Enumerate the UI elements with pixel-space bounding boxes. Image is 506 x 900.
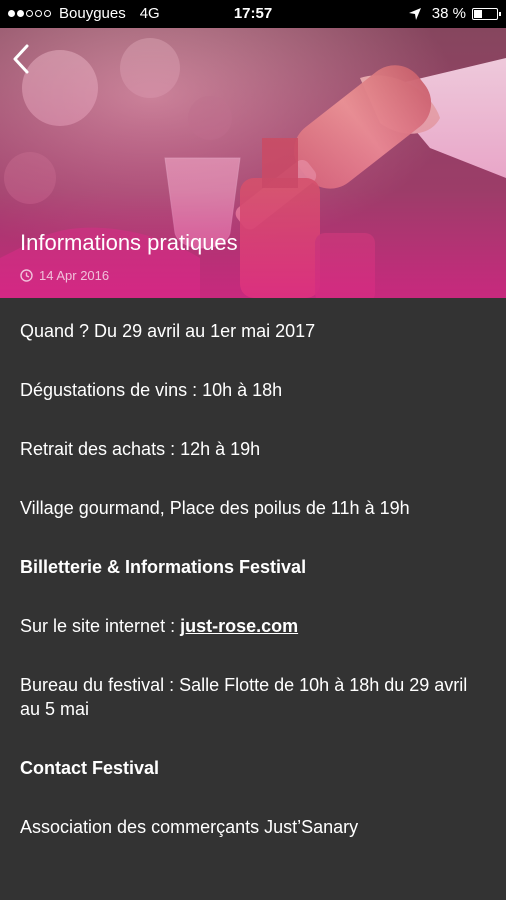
- page-title: Informations pratiques: [20, 230, 238, 255]
- info-pickup: Retrait des achats : 12h à 19h: [20, 438, 261, 459]
- location-arrow-icon: [408, 7, 421, 20]
- hero-header: Informations pratiques 14 Apr 2016: [0, 28, 506, 298]
- clock-icon: [20, 269, 33, 282]
- post-date-text: 14 Apr 2016: [39, 268, 110, 283]
- status-right: 38 %: [408, 5, 501, 22]
- website-prefix: Sur le site internet :: [20, 615, 181, 636]
- post-date: 14 Apr 2016: [20, 268, 109, 283]
- info-association: Association des commerçants Just’Sanary: [20, 817, 359, 838]
- back-button[interactable]: [8, 42, 34, 76]
- status-bar: Bouygues 4G 17:57 38 %: [0, 0, 506, 28]
- info-website: Sur le site internet : just-rose.com: [20, 614, 490, 638]
- info-when: Quand ? Du 29 avril au 1er mai 2017: [20, 321, 316, 341]
- info-tastings: Dégustations de vins : 10h à 18h: [20, 379, 283, 400]
- info-village: Village gourmand, Place des poilus de 11…: [20, 497, 410, 518]
- article-body: Quand ? Du 29 avril au 1er mai 2017 Dégu…: [20, 319, 490, 874]
- info-office: Bureau du festival : Salle Flotte de 10h…: [20, 674, 468, 720]
- website-link[interactable]: just-rose.com: [180, 616, 298, 636]
- battery-icon: [472, 7, 501, 20]
- contact-heading: Contact Festival: [20, 758, 160, 779]
- hero-overlay: [0, 28, 506, 298]
- battery-percent: 38 %: [431, 5, 466, 22]
- ticketing-heading: Billetterie & Informations Festival: [20, 556, 307, 577]
